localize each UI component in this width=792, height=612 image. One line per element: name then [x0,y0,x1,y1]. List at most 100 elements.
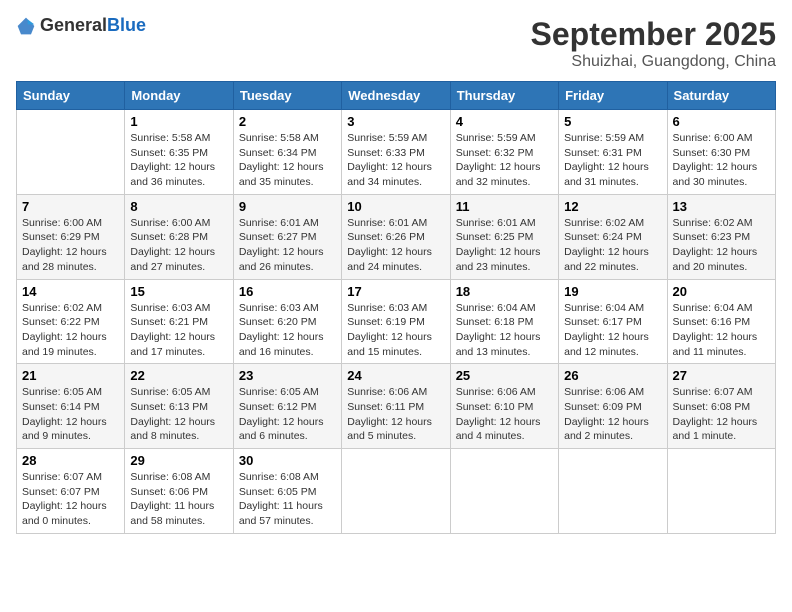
calendar-cell: 4Sunrise: 5:59 AMSunset: 6:32 PMDaylight… [450,110,558,195]
weekday-header-tuesday: Tuesday [233,82,341,110]
calendar-cell: 13 Sunrise: 6:02 AMSunset: 6:23 PMDayligh… [667,194,775,279]
day-info: Sunrise: 6:06 AMSunset: 6:10 PMDaylight:… [456,385,553,444]
weekday-header-row: SundayMondayTuesdayWednesdayThursdayFrid… [17,82,776,110]
day-number: 3 [347,114,444,129]
calendar-cell: 5 Sunrise: 5:59 AMSunset: 6:31 PMDaylight… [559,110,667,195]
calendar-cell: 3 Sunrise: 5:59 AMSunset: 6:33 PMDaylight… [342,110,450,195]
weekday-header-thursday: Thursday [450,82,558,110]
day-number: 21 [22,368,119,383]
day-info: Sunrise: 5:59 AMSunset: 6:33 PMDaylight:… [347,131,444,190]
day-info: Sunrise: 6:06 AMSunset: 6:11 PMDaylight:… [347,385,444,444]
weekday-header-sunday: Sunday [17,82,125,110]
calendar-cell: 18 Sunrise: 6:04 AMSunset: 6:18 PMDayligh… [450,279,558,364]
day-number: 5 [564,114,661,129]
calendar-cell: 12 Sunrise: 6:02 AMSunset: 6:24 PMDayligh… [559,194,667,279]
day-info: Sunrise: 6:02 AMSunset: 6:22 PMDaylight:… [22,301,119,360]
day-number: 29 [130,453,227,468]
day-number: 14 [22,284,119,299]
day-number: 27 [673,368,770,383]
weekday-header-saturday: Saturday [667,82,775,110]
day-info: Sunrise: 6:03 AMSunset: 6:21 PMDaylight:… [130,301,227,360]
calendar-cell: 14 Sunrise: 6:02 AMSunset: 6:22 PMDayligh… [17,279,125,364]
weekday-header-wednesday: Wednesday [342,82,450,110]
day-number: 30 [239,453,336,468]
calendar-title: September 2025 [531,16,776,53]
day-info: Sunrise: 6:01 AMSunset: 6:26 PMDaylight:… [347,216,444,275]
day-info: Sunrise: 6:08 AMSunset: 6:06 PMDaylight:… [130,470,227,529]
day-info: Sunrise: 6:00 AMSunset: 6:30 PMDaylight:… [673,131,770,190]
calendar-location: Shuizhai, Guangdong, China [531,53,776,71]
day-info: Sunrise: 6:07 AMSunset: 6:08 PMDaylight:… [673,385,770,444]
day-info: Sunrise: 5:58 AMSunset: 6:35 PMDaylight:… [130,131,227,190]
day-info: Sunrise: 6:05 AMSunset: 6:13 PMDaylight:… [130,385,227,444]
day-info: Sunrise: 5:59 AMSunset: 6:32 PMDaylight:… [456,131,553,190]
calendar-cell: 19 Sunrise: 6:04 AMSunset: 6:17 PMDayligh… [559,279,667,364]
calendar-cell: 20 Sunrise: 6:04 AMSunset: 6:16 PMDayligh… [667,279,775,364]
calendar-cell: 28Sunrise: 6:07 AMSunset: 6:07 PMDayligh… [17,449,125,534]
calendar-cell: 27 Sunrise: 6:07 AMSunset: 6:08 PMDayligh… [667,364,775,449]
day-info: Sunrise: 6:07 AMSunset: 6:07 PMDaylight:… [22,470,119,529]
calendar-cell: 17 Sunrise: 6:03 AMSunset: 6:19 PMDayligh… [342,279,450,364]
page-header: GeneralBlue September 2025 Shuizhai, Gua… [16,16,776,71]
calendar-cell [17,110,125,195]
calendar-cell: 7Sunrise: 6:00 AMSunset: 6:29 PMDaylight… [17,194,125,279]
calendar-cell [342,449,450,534]
calendar-cell: 8 Sunrise: 6:00 AMSunset: 6:28 PMDaylight… [125,194,233,279]
day-number: 10 [347,199,444,214]
day-number: 25 [456,368,553,383]
day-number: 15 [130,284,227,299]
day-info: Sunrise: 6:08 AMSunset: 6:05 PMDaylight:… [239,470,336,529]
day-number: 12 [564,199,661,214]
day-info: Sunrise: 6:00 AMSunset: 6:28 PMDaylight:… [130,216,227,275]
day-number: 16 [239,284,336,299]
calendar-cell: 6 Sunrise: 6:00 AMSunset: 6:30 PMDaylight… [667,110,775,195]
calendar-cell [667,449,775,534]
title-block: September 2025 Shuizhai, Guangdong, Chin… [531,16,776,71]
day-number: 13 [673,199,770,214]
day-info: Sunrise: 6:01 AMSunset: 6:25 PMDaylight:… [456,216,553,275]
calendar-cell: 23 Sunrise: 6:05 AMSunset: 6:12 PMDayligh… [233,364,341,449]
calendar-cell: 1 Sunrise: 5:58 AMSunset: 6:35 PMDaylight… [125,110,233,195]
day-number: 19 [564,284,661,299]
calendar-cell [559,449,667,534]
calendar-cell: 9Sunrise: 6:01 AMSunset: 6:27 PMDaylight… [233,194,341,279]
day-number: 17 [347,284,444,299]
calendar-table: SundayMondayTuesdayWednesdayThursdayFrid… [16,81,776,534]
day-info: Sunrise: 6:02 AMSunset: 6:23 PMDaylight:… [673,216,770,275]
logo-blue: Blue [107,15,146,35]
day-info: Sunrise: 6:04 AMSunset: 6:17 PMDaylight:… [564,301,661,360]
day-number: 6 [673,114,770,129]
day-number: 2 [239,114,336,129]
day-number: 20 [673,284,770,299]
calendar-cell: 2 Sunrise: 5:58 AMSunset: 6:34 PMDaylight… [233,110,341,195]
day-info: Sunrise: 5:58 AMSunset: 6:34 PMDaylight:… [239,131,336,190]
calendar-cell: 30 Sunrise: 6:08 AMSunset: 6:05 PMDayligh… [233,449,341,534]
day-number: 22 [130,368,227,383]
day-info: Sunrise: 6:04 AMSunset: 6:16 PMDaylight:… [673,301,770,360]
day-number: 24 [347,368,444,383]
calendar-week-4: 21Sunrise: 6:05 AMSunset: 6:14 PMDayligh… [17,364,776,449]
calendar-cell [450,449,558,534]
day-number: 1 [130,114,227,129]
calendar-cell: 16Sunrise: 6:03 AMSunset: 6:20 PMDayligh… [233,279,341,364]
calendar-week-1: 1 Sunrise: 5:58 AMSunset: 6:35 PMDaylight… [17,110,776,195]
day-number: 23 [239,368,336,383]
day-info: Sunrise: 6:05 AMSunset: 6:12 PMDaylight:… [239,385,336,444]
calendar-cell: 15 Sunrise: 6:03 AMSunset: 6:21 PMDayligh… [125,279,233,364]
calendar-week-5: 28Sunrise: 6:07 AMSunset: 6:07 PMDayligh… [17,449,776,534]
logo-icon [16,16,36,36]
weekday-header-monday: Monday [125,82,233,110]
logo-general: General [40,15,107,35]
day-info: Sunrise: 6:02 AMSunset: 6:24 PMDaylight:… [564,216,661,275]
calendar-cell: 25 Sunrise: 6:06 AMSunset: 6:10 PMDayligh… [450,364,558,449]
day-info: Sunrise: 6:03 AMSunset: 6:19 PMDaylight:… [347,301,444,360]
day-info: Sunrise: 6:04 AMSunset: 6:18 PMDaylight:… [456,301,553,360]
day-info: Sunrise: 6:01 AMSunset: 6:27 PMDaylight:… [239,216,336,275]
weekday-header-friday: Friday [559,82,667,110]
day-number: 18 [456,284,553,299]
day-number: 8 [130,199,227,214]
day-info: Sunrise: 5:59 AMSunset: 6:31 PMDaylight:… [564,131,661,190]
day-number: 11 [456,199,553,214]
day-info: Sunrise: 6:00 AMSunset: 6:29 PMDaylight:… [22,216,119,275]
day-number: 26 [564,368,661,383]
